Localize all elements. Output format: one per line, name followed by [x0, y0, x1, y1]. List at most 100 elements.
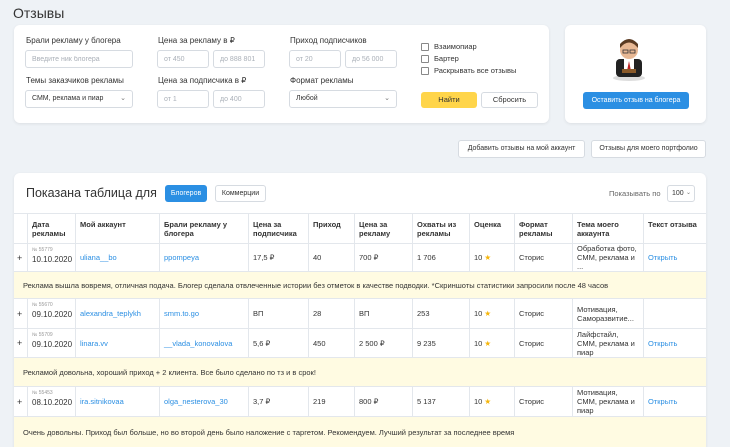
income-label: Приход подписчиков [290, 36, 367, 45]
chevron-down-icon: ⌄ [384, 95, 390, 102]
review-id: № 55779 [32, 247, 53, 253]
expand-reviews-label: Раскрывать все отзывы [434, 66, 517, 75]
topics-label: Темы заказчиков рекламы [26, 76, 124, 85]
add-reviews-button[interactable]: Добавить отзывы на мой аккаунт [458, 140, 585, 158]
reach-cell: 9 235 [413, 329, 470, 357]
find-button[interactable]: Найти [421, 92, 477, 108]
price-cell: 800 ₽ [355, 387, 413, 416]
rating-cell: 10 ★ [470, 329, 515, 357]
reset-button[interactable]: Сбросить [481, 92, 538, 108]
page-title: Отзывы [13, 5, 65, 21]
table-row: + № 55670 09.10.2020 alexandra_teplykh sm… [14, 298, 706, 328]
open-review-link[interactable]: Открыть [644, 244, 706, 271]
col-account[interactable]: Мой аккаунт [76, 214, 160, 243]
open-review-link[interactable]: Открыть [644, 329, 706, 357]
account-link[interactable]: alexandra_teplykh [76, 299, 160, 328]
open-review-link[interactable]: Открыть [644, 387, 706, 416]
portfolio-reviews-button[interactable]: Отзывы для моего портфолио [591, 140, 706, 158]
col-format[interactable]: Формат рекламы [515, 214, 573, 243]
star-icon: ★ [484, 253, 492, 262]
topic-cell: Мотивация, Саморазвитие... [573, 299, 644, 328]
col-income[interactable]: Приход [309, 214, 355, 243]
star-icon: ★ [484, 338, 492, 348]
sub-price-from-input[interactable] [157, 90, 209, 108]
blogger-link[interactable]: __vlada_konovalova [160, 329, 249, 357]
reach-cell: 5 137 [413, 387, 470, 416]
format-cell: Сторис [515, 329, 573, 357]
account-link[interactable]: uliana__bo [76, 244, 160, 271]
show-by-select[interactable]: 100 ⌄ [667, 185, 695, 202]
reach-cell: 1 706 [413, 244, 470, 271]
account-link[interactable]: linara.vv [76, 329, 160, 357]
topic-cell: Мотивация, СММ, реклама и пиар [573, 387, 644, 416]
barter-checkbox[interactable]: Бартер [421, 54, 459, 63]
leave-review-button[interactable]: Оставить отзыв на блогера [583, 92, 689, 109]
mutual-pr-checkbox[interactable]: Взаимопиар [421, 42, 477, 51]
income-from-input[interactable] [289, 50, 341, 68]
review-text: Очень довольны. Приход был больше, но во… [14, 416, 706, 447]
took-ads-label: Брали рекламу у блогера [26, 36, 121, 45]
review-id: № 55453 [32, 390, 53, 396]
review-date: 09.10.2020 [32, 340, 73, 349]
blogger-nick-input[interactable] [25, 50, 133, 68]
income-cell: 28 [309, 299, 355, 328]
blogger-link[interactable]: ppompeya [160, 244, 249, 271]
format-cell: Сторис [515, 299, 573, 328]
col-reach[interactable]: Охваты из рекламы [413, 214, 470, 243]
table-header: Дата рекламы Мой аккаунт Брали рекламу у… [14, 213, 706, 243]
income-to-input[interactable] [345, 50, 397, 68]
table-row: + № 55453 08.10.2020 ira.sitnikovaa olga_… [14, 386, 706, 416]
checkbox-box [421, 66, 429, 75]
format-cell: Сторис [515, 387, 573, 416]
col-price[interactable]: Цена за рекламу [355, 214, 413, 243]
expand-reviews-checkbox[interactable]: Раскрывать все отзывы [421, 66, 516, 75]
price-to-input[interactable] [213, 50, 265, 68]
table-row: + № 55709 09.10.2020 linara.vv __vlada_ko… [14, 328, 706, 357]
sub-price-cell: 5,6 ₽ [249, 329, 309, 357]
review-date: 08.10.2020 [32, 398, 73, 407]
topic-cell: Обработка фото, СММ, реклама и ... [573, 244, 644, 271]
rating-cell: 10 ★ [470, 244, 515, 271]
review-date: 09.10.2020 [32, 310, 73, 319]
col-sub-price[interactable]: Цена за подписчика [249, 214, 309, 243]
sub-price-cell: 17,5 ₽ [249, 244, 309, 271]
rating-value: 10 [474, 253, 483, 262]
rating-value: 10 [474, 338, 483, 348]
topics-select[interactable]: СММ, реклама и пиар ⌄ [25, 90, 133, 108]
format-label: Формат рекламы [290, 76, 354, 85]
blogger-link[interactable]: smm.to.go [160, 299, 249, 328]
show-by-label: Показывать по [609, 189, 661, 198]
rating-value: 10 [474, 309, 483, 318]
blogger-link[interactable]: olga_nesterova_30 [160, 387, 249, 416]
format-select[interactable]: Любой ⌄ [289, 90, 397, 108]
format-cell: Сторис [515, 244, 573, 271]
col-date[interactable]: Дата рекламы [28, 214, 76, 243]
account-link[interactable]: ira.sitnikovaa [76, 387, 160, 416]
topics-value: СММ, реклама и пиар [32, 95, 104, 102]
sub-price-label: Цена за подписчика в ₽ [158, 76, 247, 85]
review-id: № 55670 [32, 302, 53, 308]
topic-cell: Лайфстайл, СММ, реклама и пиар [573, 329, 644, 357]
income-cell: 450 [309, 329, 355, 357]
chevron-down-icon: ⌄ [120, 95, 126, 102]
review-date: 10.10.2020 [32, 255, 73, 264]
price-cell: 2 500 ₽ [355, 329, 413, 357]
price-cell: 700 ₽ [355, 244, 413, 271]
open-review-link[interactable] [644, 299, 706, 328]
review-id: № 55709 [32, 332, 53, 338]
col-blogger[interactable]: Брали рекламу у блогера [160, 214, 249, 243]
reach-cell: 253 [413, 299, 470, 328]
tab-bloggers[interactable]: Блогеров [165, 185, 207, 202]
format-value: Любой [296, 95, 318, 102]
col-topic[interactable]: Тема моего аккаунта [573, 214, 644, 243]
table-row: + № 55779 10.10.2020 uliana__bo ppompeya … [14, 243, 706, 271]
price-from-input[interactable] [157, 50, 209, 68]
checkbox-box [421, 42, 429, 51]
price-label: Цена за рекламу в ₽ [158, 36, 235, 45]
col-rating[interactable]: Оценка [470, 214, 515, 243]
mascot-illustration [613, 39, 645, 81]
tab-commercial[interactable]: Коммерции [215, 185, 266, 202]
income-cell: 219 [309, 387, 355, 416]
table-title: Показана таблица для [26, 186, 157, 200]
sub-price-to-input[interactable] [213, 90, 265, 108]
